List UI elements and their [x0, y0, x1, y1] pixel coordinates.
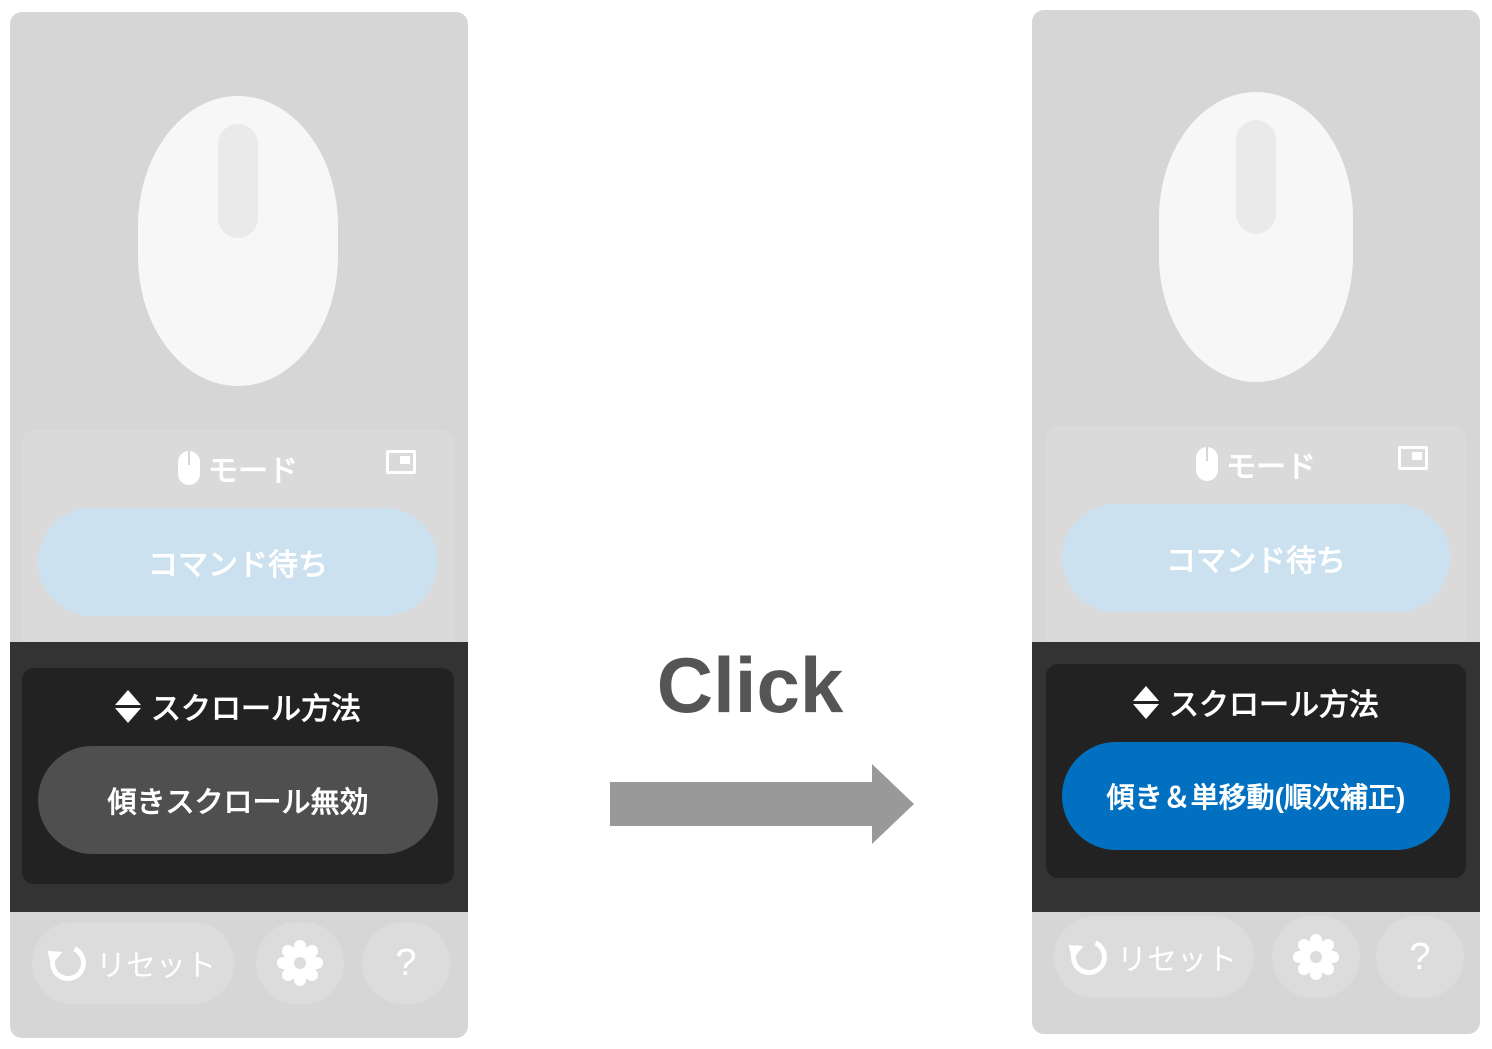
footer-toolbar: リセット ?: [10, 916, 468, 1006]
mode-label: モード: [208, 454, 298, 489]
help-button[interactable]: ?: [362, 922, 450, 1004]
reset-icon: [44, 939, 92, 987]
scroll-method-button[interactable]: 傾きスクロール無効: [38, 746, 438, 854]
app-panel-before: モード コマンド待ち スクロール方法 傾きスクロール無効 リセット ?: [10, 12, 468, 1038]
up-down-icon: [115, 689, 141, 723]
scroll-card: スクロール方法 傾きスクロール無効: [22, 668, 454, 884]
gear-icon: [283, 946, 317, 980]
help-icon: ?: [1409, 935, 1431, 978]
mode-label: モード: [1226, 450, 1316, 485]
reset-icon: [1065, 933, 1113, 981]
right-arrow-icon: [610, 764, 914, 844]
mouse-illustration: [138, 96, 338, 386]
gear-icon: [1299, 940, 1333, 974]
reset-label: リセット: [1117, 944, 1237, 977]
scroll-section: スクロール方法 傾きスクロール無効: [10, 642, 468, 912]
scroll-method-label: スクロール方法: [1169, 688, 1379, 723]
picture-in-picture-icon[interactable]: [386, 450, 416, 474]
settings-button[interactable]: [1272, 916, 1360, 998]
scroll-method-button[interactable]: 傾き＆単移動(順次補正): [1062, 742, 1450, 850]
help-button[interactable]: ?: [1376, 916, 1464, 998]
command-wait-button[interactable]: コマンド待ち: [38, 508, 438, 616]
reset-button[interactable]: リセット: [32, 922, 234, 1004]
scroll-section: スクロール方法 傾き＆単移動(順次補正): [1032, 642, 1480, 912]
scroll-header: スクロール方法: [22, 686, 454, 727]
mouse-wheel: [218, 124, 258, 238]
mouse-illustration: [1159, 92, 1353, 382]
mouse-icon: [178, 451, 200, 485]
scroll-header: スクロール方法: [1046, 682, 1466, 723]
app-panel-after: モード コマンド待ち スクロール方法 傾き＆単移動(順次補正) リセット ?: [1032, 10, 1480, 1034]
settings-button[interactable]: [256, 922, 344, 1004]
footer-toolbar: リセット ?: [1032, 914, 1480, 1004]
mouse-wheel: [1236, 120, 1276, 234]
reset-label: リセット: [96, 950, 216, 983]
scroll-card: スクロール方法 傾き＆単移動(順次補正): [1046, 664, 1466, 878]
scroll-method-label: スクロール方法: [151, 692, 361, 727]
mode-card: モード コマンド待ち: [22, 430, 454, 660]
click-caption: Click: [656, 641, 844, 729]
mode-card: モード コマンド待ち: [1046, 426, 1466, 656]
mouse-icon: [1196, 447, 1218, 481]
help-icon: ?: [395, 941, 417, 984]
reset-button[interactable]: リセット: [1054, 916, 1254, 998]
picture-in-picture-icon[interactable]: [1398, 446, 1428, 470]
up-down-icon: [1133, 685, 1159, 719]
command-wait-button[interactable]: コマンド待ち: [1062, 504, 1450, 612]
